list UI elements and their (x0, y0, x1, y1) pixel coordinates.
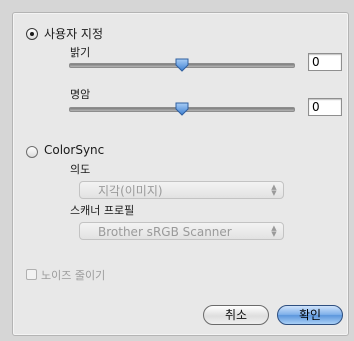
brightness-value-field[interactable]: 0 (308, 53, 342, 71)
settings-panel: 사용자 지정 밝기 0 명암 0 ColorSync 의도 지각(이미지) ▲ ▼… (12, 12, 349, 336)
noise-reduction-label: 노이즈 줄이기 (41, 269, 106, 282)
contrast-label: 명암 (70, 88, 91, 101)
scanner-profile-selected-value: Brother sRGB Scanner (98, 225, 232, 239)
cancel-button[interactable]: 취소 (203, 305, 269, 325)
intent-selected-value: 지각(이미지) (98, 184, 163, 198)
noise-reduction-checkbox[interactable] (26, 269, 37, 280)
intent-label: 의도 (70, 163, 91, 176)
updown-arrows-icon: ▲ ▼ (271, 183, 277, 197)
intent-select[interactable]: 지각(이미지) ▲ ▼ (79, 181, 284, 199)
colorsync-radio[interactable] (26, 146, 38, 158)
colorsync-radio-label: ColorSync (44, 143, 105, 157)
brightness-label: 밝기 (70, 46, 91, 59)
contrast-slider-thumb[interactable] (175, 102, 189, 116)
contrast-value-field[interactable]: 0 (308, 98, 342, 116)
scanner-profile-label: 스캐너 프로필 (70, 204, 135, 217)
scanner-profile-select[interactable]: Brother sRGB Scanner ▲ ▼ (79, 222, 284, 240)
brightness-slider-thumb[interactable] (175, 58, 189, 72)
custom-radio-label: 사용자 지정 (44, 27, 104, 41)
updown-arrows-icon: ▲ ▼ (271, 224, 277, 238)
custom-radio[interactable] (26, 28, 38, 40)
ok-button[interactable]: 확인 (277, 305, 343, 325)
